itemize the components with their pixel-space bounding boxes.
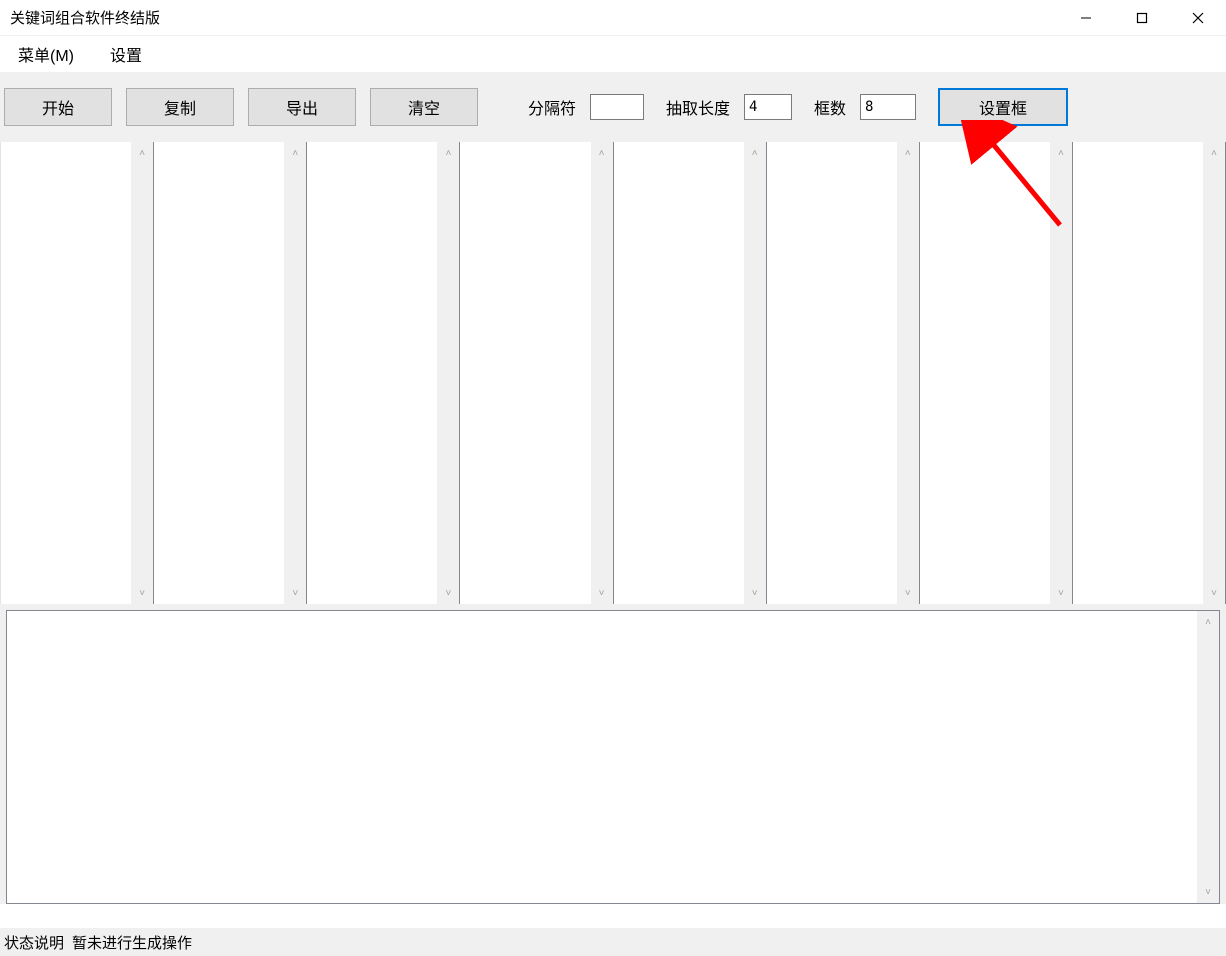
window-title: 关键词组合软件终结版 <box>10 7 1058 28</box>
extract-length-input[interactable] <box>744 94 792 120</box>
chevron-down-icon: ˅ <box>284 582 306 604</box>
chevron-up-icon: ˄ <box>744 142 766 164</box>
chevron-up-icon: ˄ <box>591 142 613 164</box>
keyword-input-1[interactable] <box>1 142 131 604</box>
chevron-down-icon: ˅ <box>1197 881 1219 903</box>
clear-button[interactable]: 清空 <box>370 88 478 126</box>
chevron-up-icon: ˄ <box>897 142 919 164</box>
keyword-column-5: ˄ ˅ <box>614 142 767 604</box>
status-label: 状态说明 <box>4 932 64 953</box>
menu-bar: 菜单(M) 设置 <box>0 36 1226 72</box>
chevron-down-icon: ˅ <box>1050 582 1072 604</box>
close-button[interactable] <box>1170 0 1226 35</box>
chevron-up-icon: ˄ <box>1197 611 1219 633</box>
keyword-column-4: ˄ ˅ <box>460 142 613 604</box>
start-button[interactable]: 开始 <box>4 88 112 126</box>
chevron-up-icon: ˄ <box>1050 142 1072 164</box>
keyword-input-4[interactable] <box>460 142 590 604</box>
minimize-button[interactable] <box>1058 0 1114 35</box>
output-text[interactable] <box>7 611 1197 903</box>
separator-label: 分隔符 <box>528 95 576 119</box>
chevron-down-icon: ˅ <box>897 582 919 604</box>
output-box: ˄ ˅ <box>6 610 1220 904</box>
chevron-down-icon: ˅ <box>591 582 613 604</box>
export-button[interactable]: 导出 <box>248 88 356 126</box>
keyword-input-7[interactable] <box>920 142 1050 604</box>
scrollbar-8[interactable]: ˄ ˅ <box>1203 142 1225 604</box>
chevron-up-icon: ˄ <box>284 142 306 164</box>
window-controls <box>1058 0 1226 35</box>
scrollbar-7[interactable]: ˄ ˅ <box>1050 142 1072 604</box>
chevron-up-icon: ˄ <box>131 142 153 164</box>
copy-button[interactable]: 复制 <box>126 88 234 126</box>
keyword-input-5[interactable] <box>614 142 744 604</box>
title-bar: 关键词组合软件终结版 <box>0 0 1226 36</box>
output-area: ˄ ˅ <box>0 604 1226 904</box>
box-count-label: 框数 <box>814 95 846 119</box>
status-message: 暂未进行生成操作 <box>72 932 192 953</box>
menu-item-settings[interactable]: 设置 <box>104 38 148 70</box>
keyword-input-8[interactable] <box>1073 142 1203 604</box>
separator-input[interactable] <box>590 94 644 120</box>
chevron-up-icon: ˄ <box>437 142 459 164</box>
keyword-column-2: ˄ ˅ <box>154 142 307 604</box>
keyword-column-1: ˄ ˅ <box>0 142 154 604</box>
extract-length-label: 抽取长度 <box>666 95 730 119</box>
chevron-down-icon: ˅ <box>1203 582 1225 604</box>
keyword-column-3: ˄ ˅ <box>307 142 460 604</box>
chevron-up-icon: ˄ <box>1203 142 1225 164</box>
chevron-down-icon: ˅ <box>437 582 459 604</box>
keyword-input-2[interactable] <box>154 142 284 604</box>
scrollbar-3[interactable]: ˄ ˅ <box>437 142 459 604</box>
keyword-input-6[interactable] <box>767 142 897 604</box>
scrollbar-1[interactable]: ˄ ˅ <box>131 142 153 604</box>
scrollbar-2[interactable]: ˄ ˅ <box>284 142 306 604</box>
chevron-down-icon: ˅ <box>131 582 153 604</box>
columns-area: ˄ ˅ ˄ ˅ ˄ ˅ ˄ ˅ ˄ ˅ <box>0 142 1226 604</box>
keyword-input-3[interactable] <box>307 142 437 604</box>
keyword-column-7: ˄ ˅ <box>920 142 1073 604</box>
keyword-column-8: ˄ ˅ <box>1073 142 1226 604</box>
toolbar: 开始 复制 导出 清空 分隔符 抽取长度 框数 设置框 <box>0 72 1226 142</box>
chevron-down-icon: ˅ <box>744 582 766 604</box>
menu-item-menu[interactable]: 菜单(M) <box>12 38 80 70</box>
status-bar: 状态说明 暂未进行生成操作 <box>0 928 1226 956</box>
scrollbar-6[interactable]: ˄ ˅ <box>897 142 919 604</box>
box-count-input[interactable] <box>860 94 916 120</box>
scrollbar-4[interactable]: ˄ ˅ <box>591 142 613 604</box>
keyword-column-6: ˄ ˅ <box>767 142 920 604</box>
maximize-button[interactable] <box>1114 0 1170 35</box>
output-scrollbar[interactable]: ˄ ˅ <box>1197 611 1219 903</box>
scrollbar-5[interactable]: ˄ ˅ <box>744 142 766 604</box>
set-box-button[interactable]: 设置框 <box>938 88 1068 126</box>
